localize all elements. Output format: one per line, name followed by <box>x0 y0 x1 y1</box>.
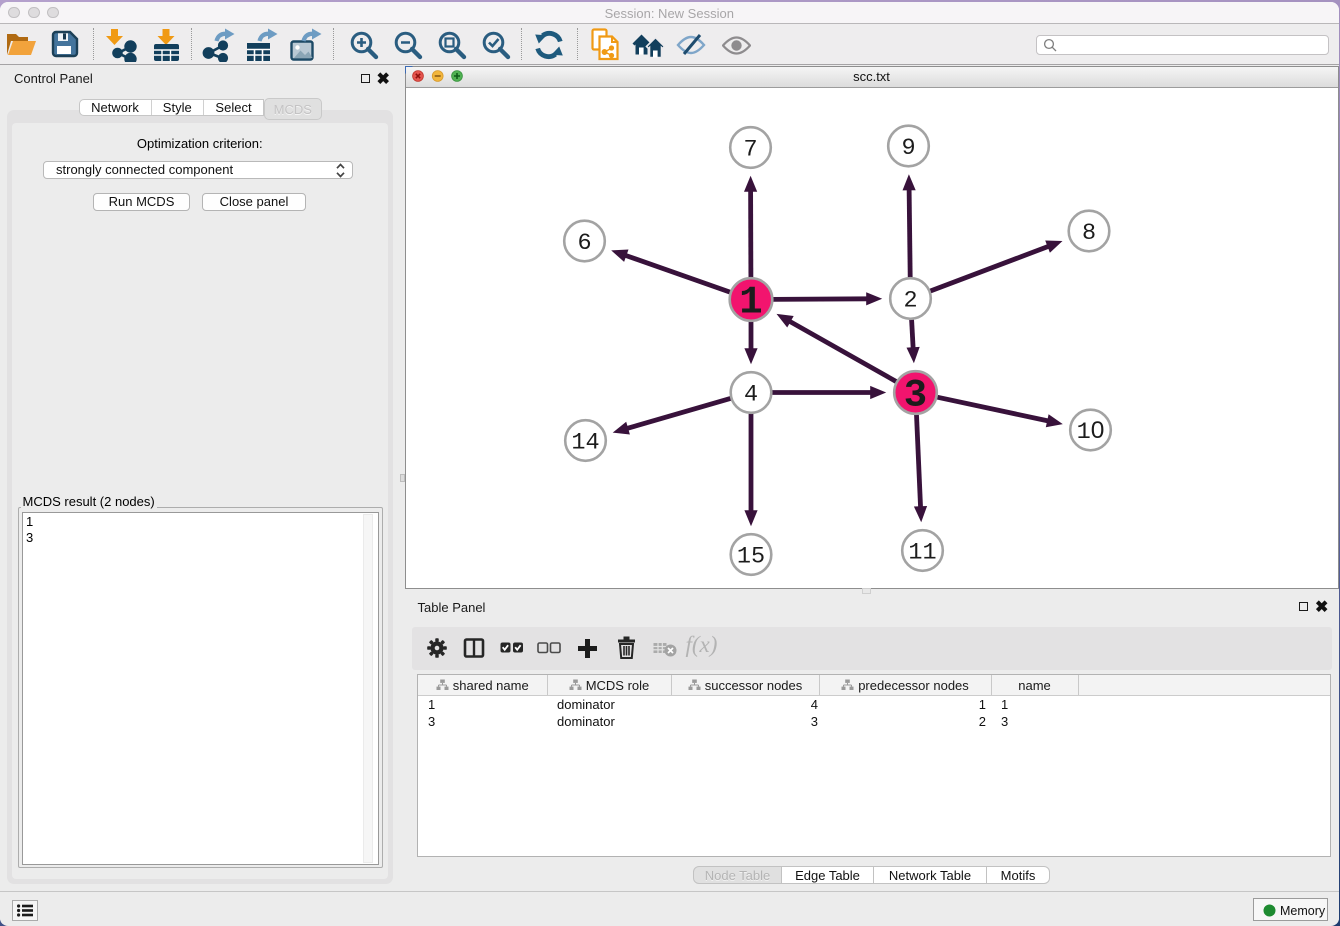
svg-text:9: 9 <box>901 135 915 162</box>
svg-text:8: 8 <box>1081 220 1095 247</box>
svg-text:2: 2 <box>903 287 917 314</box>
svg-text:15: 15 <box>736 543 764 570</box>
svg-text:14: 14 <box>571 429 599 456</box>
svg-text:6: 6 <box>577 230 591 257</box>
svg-text:4: 4 <box>743 381 757 408</box>
svg-text:10: 10 <box>1076 417 1104 446</box>
svg-text:11: 11 <box>908 539 936 566</box>
svg-text:3: 3 <box>903 373 926 417</box>
svg-text:7: 7 <box>743 136 757 163</box>
svg-text:1: 1 <box>739 280 762 324</box>
